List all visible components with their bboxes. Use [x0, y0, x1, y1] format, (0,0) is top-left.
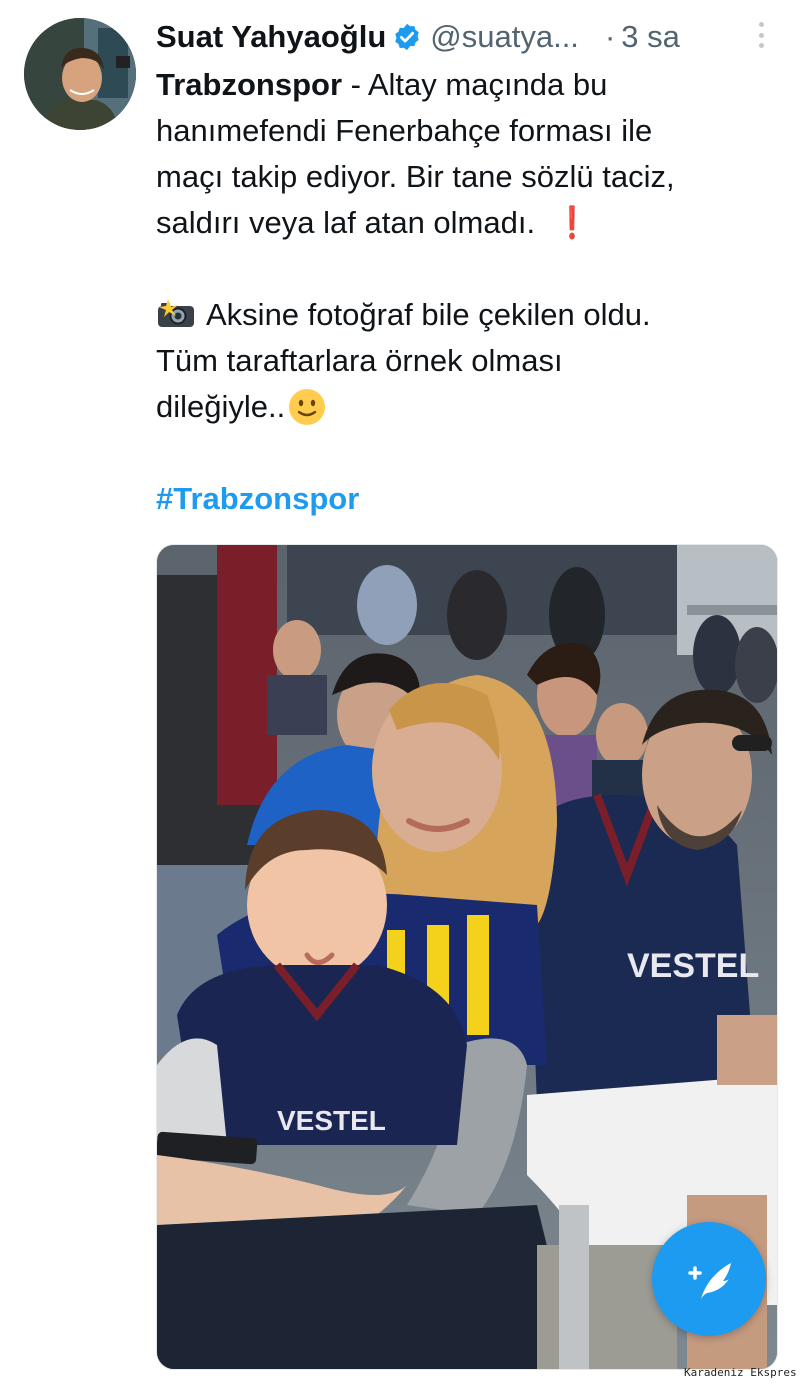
compose-tweet-icon: [688, 1263, 731, 1299]
author-display-name[interactable]: Suat Yahyaoğlu: [156, 19, 386, 55]
camera-flash-emoji: [158, 299, 194, 327]
compose-tweet-button[interactable]: [652, 1222, 766, 1336]
man-shirt-sponsor-text: VESTEL: [627, 947, 759, 985]
author-handle[interactable]: @suatya...: [430, 19, 579, 55]
verified-badge-icon: [395, 23, 420, 51]
exclamation-emoji: ❗: [556, 205, 588, 240]
tweet-text: Trabzonspor - Altay maçında bu hanımefen…: [156, 62, 786, 522]
separator-dot: ·: [604, 19, 616, 54]
tweet-line-7: dileğiyle..: [156, 384, 786, 430]
author-avatar[interactable]: [24, 18, 136, 130]
line5-text: Aksine fotoğraf bile çekilen oldu.: [206, 297, 651, 332]
line4-text: saldırı veya laf atan olmadı.: [156, 205, 536, 240]
avatar-image: [24, 18, 136, 130]
hashtag-link[interactable]: #Trabzonspor: [156, 481, 359, 516]
tweet-line-1: Trabzonspor - Altay maçında bu: [156, 62, 786, 108]
tweet-timestamp[interactable]: 3 sa: [621, 19, 680, 55]
slightly-smiling-emoji: [289, 389, 326, 425]
tweet-line-4: saldırı veya laf atan olmadı. ❗: [156, 200, 786, 246]
child-shirt-sponsor-text: VESTEL: [277, 1105, 386, 1136]
lead-bold-text: Trabzonspor: [156, 67, 343, 102]
watermark-text: Karadeniz Ekspres: [684, 1366, 797, 1379]
tweet-line-2: hanımefendi Fenerbahçe forması ile: [156, 113, 653, 148]
tweet-line-3: maçı takip ediyor. Bir tane sözlü taciz,: [156, 159, 675, 194]
tweet-line-5: Aksine fotoğraf bile çekilen oldu.: [156, 292, 786, 338]
tweet-line-6: Tüm taraftarlara örnek olması: [156, 343, 563, 378]
more-vertical-icon[interactable]: [756, 22, 766, 48]
tweet-header: Suat Yahyaoğlu @suatya... · 3 sa: [156, 14, 680, 60]
line7-text: dileğiyle..: [156, 389, 286, 424]
line1-text: - Altay maçında bu: [342, 67, 608, 102]
tweet-line-hashtag: #Trabzonspor: [156, 476, 786, 522]
